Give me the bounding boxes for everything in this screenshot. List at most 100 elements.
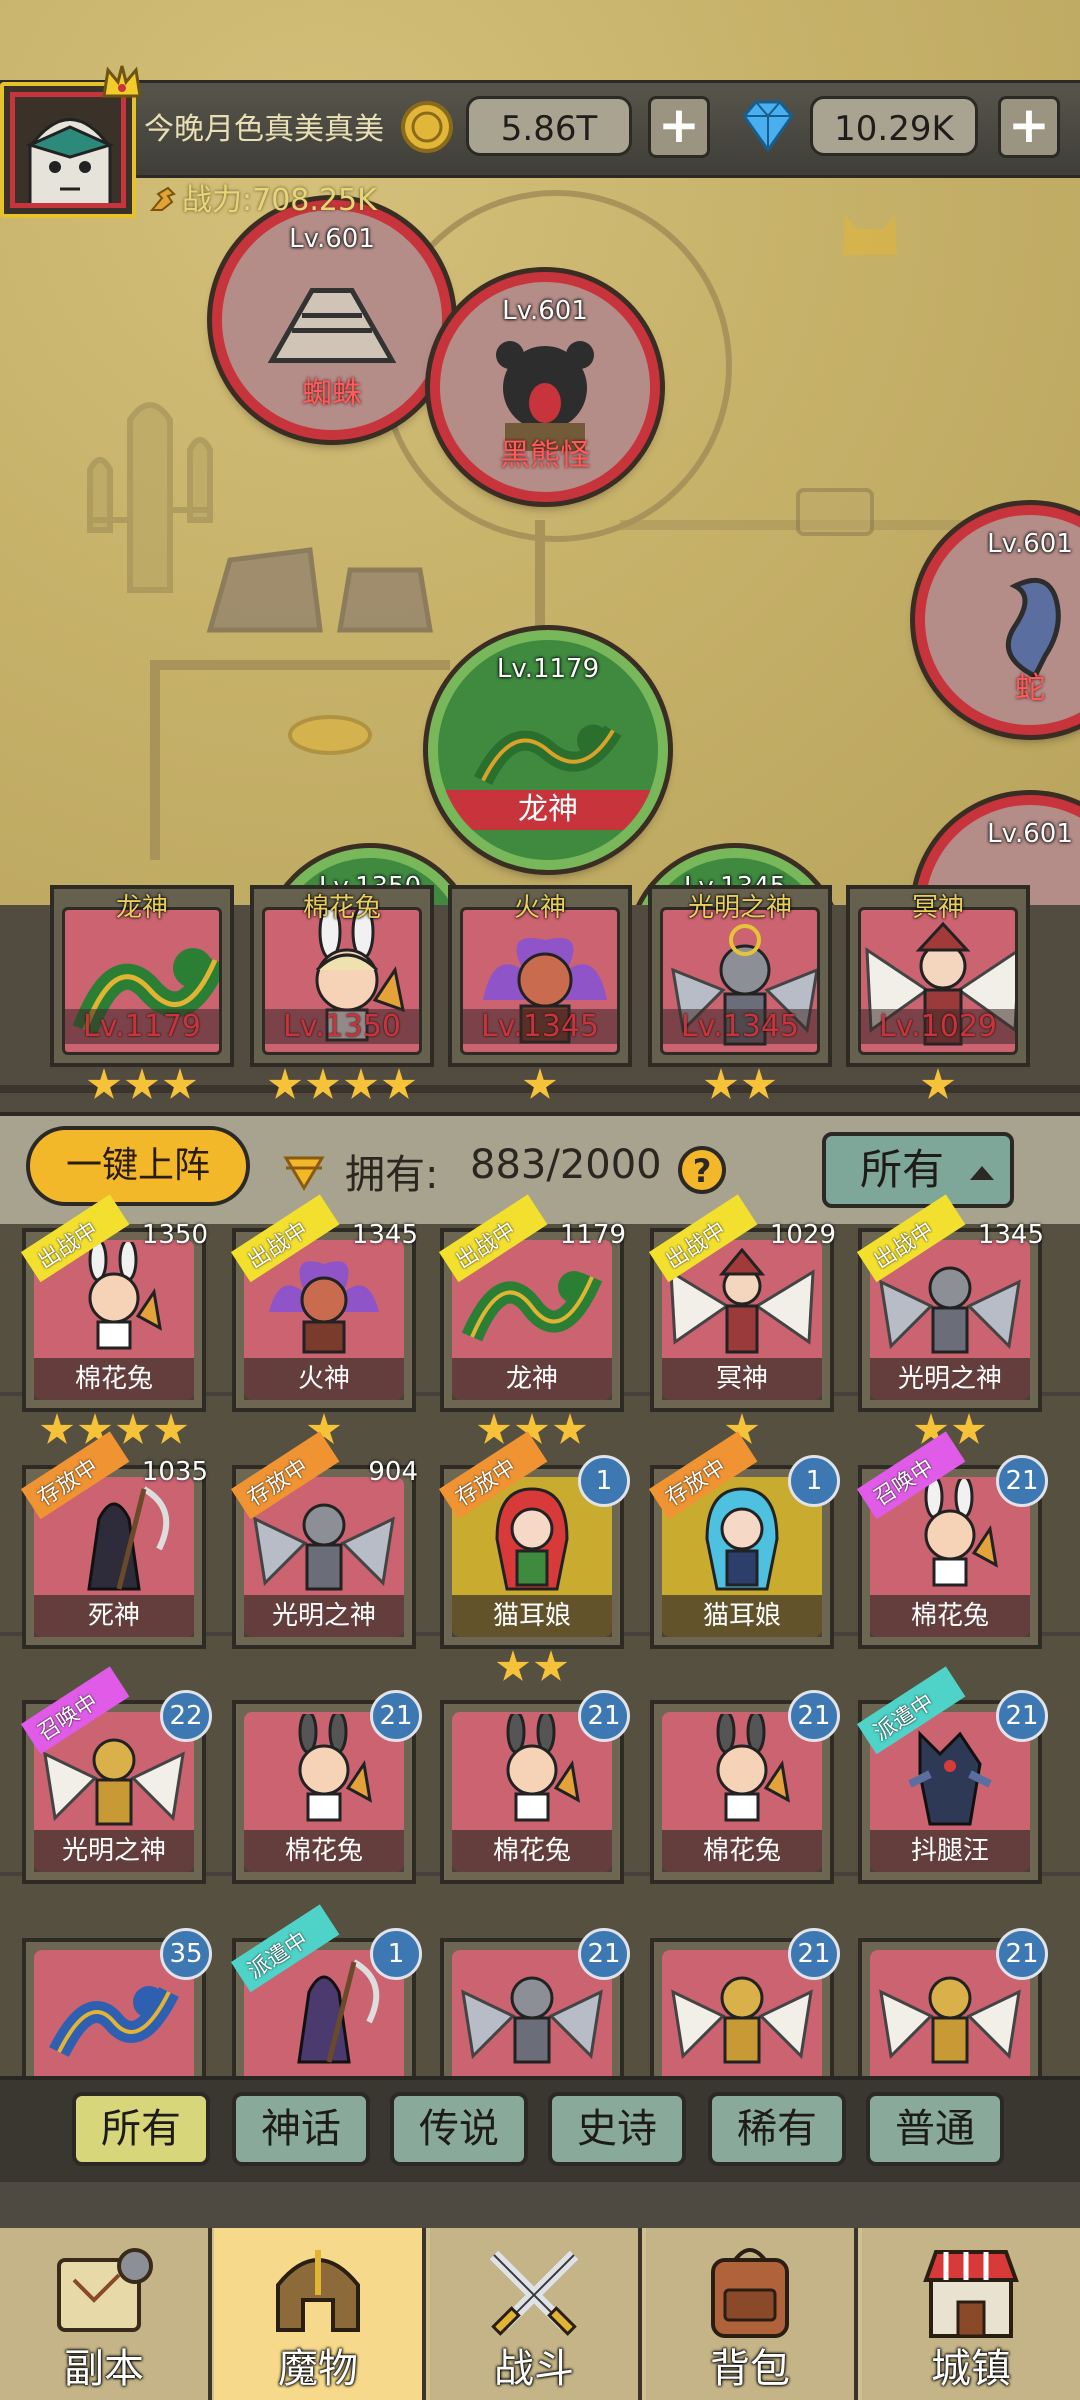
nav-label: 魔物	[278, 2346, 358, 2392]
monster-card[interactable]: 出战中 1345 火神	[230, 1194, 418, 1412]
node-level: Lv.601	[502, 296, 588, 326]
monster-card[interactable]: 存放中 1 猫耳娘	[648, 1431, 840, 1649]
rarity-filter-all[interactable]: 所有	[72, 2092, 210, 2166]
backpack-icon	[711, 2248, 789, 2338]
cotton-rabbit-icon	[716, 1714, 790, 1822]
node-level: Lv.1179	[496, 654, 600, 684]
star-icon	[87, 1068, 121, 1099]
count-badge: 21	[788, 1928, 840, 1980]
add-gold-button[interactable]: +	[648, 96, 710, 158]
count-badge: 21	[996, 1690, 1048, 1742]
lineup-stars-5	[846, 1068, 1030, 1108]
add-gems-button[interactable]: +	[998, 96, 1060, 158]
star-icon	[553, 1413, 587, 1444]
count-badge: 21	[788, 1690, 840, 1742]
monster-level: 904	[368, 1457, 418, 1487]
monster-card[interactable]: 存放中 1 猫耳娘	[438, 1431, 630, 1649]
count-badge: 21	[996, 1455, 1048, 1507]
star-icon	[163, 1068, 197, 1099]
rarity-filter-legendary[interactable]: 传说	[390, 2092, 528, 2166]
owned-label: 拥有:	[345, 1152, 439, 1198]
monster-name: 棉花兔	[452, 1830, 612, 1872]
star-icon	[534, 1650, 568, 1681]
monster-card[interactable]: 召唤中 21 棉花兔	[856, 1431, 1048, 1649]
monster-name: 猫耳娘	[662, 1595, 822, 1637]
gold-coin-icon	[401, 101, 453, 153]
count-badge: 21	[996, 1928, 1048, 1980]
lineup-stars-2	[250, 1068, 434, 1108]
rarity-filter-rare[interactable]: 稀有	[708, 2092, 846, 2166]
rarity-filter-mythic[interactable]: 神话	[232, 2092, 370, 2166]
gold-pile-icon	[288, 715, 372, 755]
lineup-slot-5[interactable]: 冥神 Lv.1029	[846, 885, 1030, 1067]
nav-tab-battle[interactable]: 战斗	[430, 2228, 642, 2400]
auto-deploy-button[interactable]: 一键上阵	[26, 1126, 250, 1206]
monster-card[interactable]: 出战中 1345 光明之神	[856, 1194, 1044, 1412]
monster-name: 光明之神	[870, 1358, 1030, 1400]
sort-filter-dropdown[interactable]: 所有	[822, 1132, 1014, 1208]
rarity-filter-epic[interactable]: 史诗	[548, 2092, 686, 2166]
slot-name: 棉花兔	[302, 893, 381, 923]
monster-card[interactable]: 出战中 1179 龙神	[438, 1194, 626, 1412]
monster-card[interactable]: 21 棉花兔	[232, 1690, 422, 1884]
slot-level: Lv.1350	[265, 1009, 419, 1044]
map-path	[150, 660, 160, 860]
map-node-snake[interactable]: Lv.601 蛇	[915, 505, 1080, 735]
monster-card[interactable]: 出战中 1350 棉花兔	[20, 1194, 208, 1412]
cotton-rabbit-icon	[506, 1714, 580, 1822]
monster-card[interactable]: 存放中 1035 死神	[20, 1431, 208, 1649]
lineup-slot-4[interactable]: 光明之神 Lv.1345	[648, 885, 832, 1067]
player-avatar[interactable]	[0, 82, 136, 218]
map-node-dragon-god[interactable]: Lv.1179 龙神	[428, 630, 668, 870]
star-icon	[125, 1068, 159, 1099]
star-icon	[523, 1068, 557, 1099]
nav-tab-monsters[interactable]: 魔物	[214, 2228, 426, 2400]
lineup-slot-1[interactable]: 龙神 Lv.1179	[50, 885, 234, 1067]
gold-amount: 5.86T	[466, 96, 632, 156]
count-badge: 35	[160, 1928, 212, 1980]
monster-name: 光明之神	[244, 1595, 404, 1637]
monster-name: 抖腿汪	[870, 1830, 1030, 1872]
monster-name: 冥神	[662, 1358, 822, 1400]
nav-label: 城镇	[931, 2346, 1011, 2392]
card-stars	[440, 1650, 624, 1690]
monster-card[interactable]: 存放中 904 光明之神	[230, 1431, 418, 1649]
monster-name: 光明之神	[34, 1830, 194, 1872]
nav-tab-town[interactable]: 城镇	[862, 2228, 1080, 2400]
monster-name: 猫耳娘	[452, 1595, 612, 1637]
slot-level: Lv.1345	[663, 1009, 817, 1044]
monster-card[interactable]: 召唤中 22 光明之神	[20, 1666, 212, 1884]
map-node-black-bear[interactable]: Lv.601 黑熊怪	[430, 272, 660, 502]
lineup-slot-2[interactable]: 棉花兔 Lv.1350	[250, 885, 434, 1067]
gem-amount: 10.29K	[810, 96, 978, 156]
avatar-face-icon	[15, 97, 121, 203]
help-button[interactable]: ?	[678, 1146, 726, 1194]
slot-name: 冥神	[911, 893, 964, 923]
monster-card[interactable]: 21 棉花兔	[440, 1690, 630, 1884]
slot-level: Lv.1029	[861, 1009, 1015, 1044]
node-name: 黑熊怪	[500, 438, 590, 473]
monster-name: 龙神	[452, 1358, 612, 1400]
slot-name: 火神	[513, 893, 566, 923]
star-icon	[116, 1413, 150, 1444]
nav-tab-dungeon[interactable]: 副本	[0, 2228, 212, 2400]
slot-level: Lv.1345	[463, 1009, 617, 1044]
monster-card[interactable]: 21 棉花兔	[650, 1690, 840, 1884]
rarity-filter-common[interactable]: 普通	[866, 2092, 1004, 2166]
slot-name: 光明之神	[687, 893, 792, 923]
node-level: Lv.601	[987, 529, 1073, 559]
spider-icon	[267, 288, 397, 363]
lineup-slot-3[interactable]: 火神 Lv.1345	[448, 885, 632, 1067]
count-badge: 21	[578, 1690, 630, 1742]
nav-label: 副本	[64, 2346, 144, 2392]
monster-card[interactable]: 出战中 1029 冥神	[648, 1194, 836, 1412]
player-name: 今晚月色真美真美	[144, 112, 384, 147]
monster-card[interactable]: 派遣中 21 抖腿汪	[856, 1666, 1048, 1884]
monster-level: 1345	[351, 1220, 418, 1250]
monster-name: 死神	[34, 1595, 194, 1637]
power-icon	[149, 186, 176, 211]
monster-level: 1345	[977, 1220, 1044, 1250]
map-node-spider[interactable]: Lv.601 蜘蛛	[212, 200, 452, 440]
nav-tab-backpack[interactable]: 背包	[646, 2228, 858, 2400]
crossed-swords-icon	[489, 2250, 579, 2336]
